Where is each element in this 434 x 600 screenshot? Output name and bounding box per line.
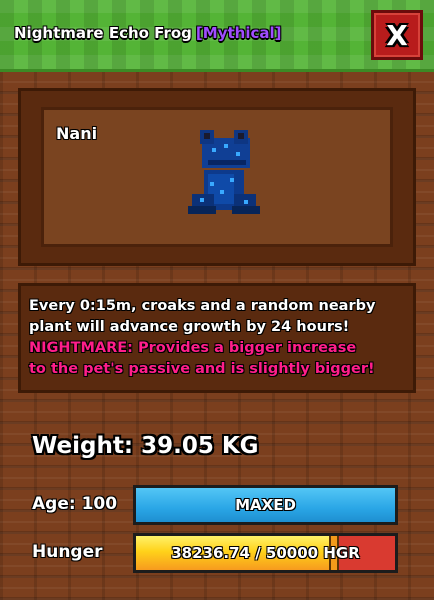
close-button[interactable]: X (371, 10, 423, 60)
pet-description: Every 0:15m, croaks and a random nearby … (18, 283, 416, 393)
age-label: Age: 100 (32, 494, 118, 514)
description-line: plant will advance growth by 24 hours! (29, 319, 350, 335)
header-bar: Nightmare Echo Frog [Mythical] X (0, 0, 434, 72)
pet-preview: Nani (41, 107, 393, 247)
age-bar: MAXED (133, 485, 398, 525)
pet-weight: Weight: 39.05 KG (32, 433, 259, 459)
blue-frog-icon (188, 130, 260, 214)
hunger-bar-text: 38236.74 / 50000 HGR (171, 544, 360, 562)
close-icon: X (386, 18, 408, 52)
pet-title-name: Nightmare Echo Frog (14, 24, 192, 42)
hunger-bar: 38236.74 / 50000 HGR (133, 533, 398, 573)
hunger-label: Hunger (32, 542, 103, 562)
nightmare-description-line: NIGHTMARE: Provides a bigger increase (29, 340, 357, 356)
pet-preview-frame: Nani (18, 88, 416, 266)
rarity-badge: [Mythical] (195, 24, 282, 42)
nightmare-description-line: to the pet's passive and is slightly big… (29, 361, 375, 377)
pet-title: Nightmare Echo Frog [Mythical] (14, 24, 281, 42)
age-bar-text: MAXED (235, 496, 296, 514)
description-line: Every 0:15m, croaks and a random nearby (29, 298, 376, 314)
pet-nickname: Nani (56, 124, 98, 143)
